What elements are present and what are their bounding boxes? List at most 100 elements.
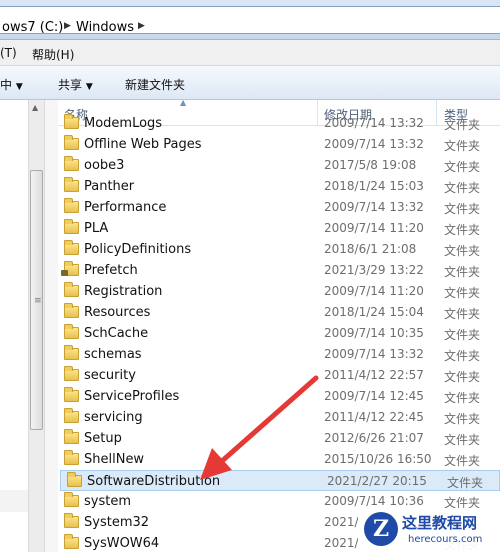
sort-arrow-icon: ▲: [180, 98, 187, 107]
file-row[interactable]: schemas 2009/7/14 13:32 文件夹: [58, 344, 500, 365]
menu-tools[interactable]: (T): [0, 46, 17, 60]
file-date: 2018/6/1 21:08: [324, 242, 417, 256]
file-row[interactable]: Registration 2009/7/14 11:20 文件夹: [58, 281, 500, 302]
file-date: 2009/7/14 13:32: [324, 116, 424, 130]
file-name: SysWOW64: [84, 536, 160, 551]
folder-icon: [64, 156, 79, 171]
file-type: 文件夹: [444, 391, 481, 405]
file-type: 文件夹: [444, 244, 481, 258]
folder-icon: [64, 177, 79, 192]
file-name: schemas: [84, 347, 142, 362]
file-row[interactable]: Offline Web Pages 2009/7/14 13:32 文件夹: [58, 134, 500, 155]
file-name: Panther: [84, 179, 135, 194]
file-date: 2011/4/12 22:57: [324, 368, 424, 382]
file-date: 2009/7/14 13:32: [324, 137, 424, 151]
folder-icon: [64, 135, 79, 150]
file-name: PLA: [84, 221, 109, 236]
file-row[interactable]: ShellNew 2015/10/26 16:50 文件夹: [58, 449, 500, 470]
file-row[interactable]: SoftwareDistribution 2021/2/27 20:15 文件夹: [60, 470, 500, 491]
file-type: 文件夹: [444, 412, 481, 426]
file-date: 2021/3/29 13:22: [324, 263, 424, 277]
file-type: 文件夹: [444, 454, 481, 468]
file-date: 2009/7/14 11:20: [324, 284, 424, 298]
folder-icon: [64, 240, 79, 255]
folder-icon: [64, 387, 79, 402]
navigation-scrollbar[interactable]: ▲ ≡: [28, 100, 45, 552]
file-type: 文件夹: [444, 265, 481, 279]
file-date: 2021/: [324, 536, 359, 550]
file-name: SchCache: [84, 326, 149, 341]
file-name: System32: [84, 515, 150, 530]
file-name: oobe3: [84, 158, 125, 173]
file-type: 文件夹: [444, 433, 481, 447]
file-date: 2009/7/14 12:45: [324, 389, 424, 403]
folder-icon: [64, 282, 79, 297]
pane-divider[interactable]: [45, 100, 58, 552]
folder-icon: [67, 472, 82, 487]
scrollbar-thumb[interactable]: ≡: [30, 170, 43, 430]
menu-help[interactable]: 帮助(H): [32, 46, 74, 63]
navigation-pane[interactable]: [0, 100, 28, 552]
file-row[interactable]: oobe3 2017/5/8 19:08 文件夹: [58, 155, 500, 176]
file-type: 文件夹: [444, 349, 481, 363]
file-type: 文件夹: [444, 160, 481, 174]
file-row[interactable]: ModemLogs 2009/7/14 13:32 文件夹: [58, 113, 500, 134]
file-date: 2011/4/12 22:45: [324, 410, 424, 424]
file-row[interactable]: PLA 2009/7/14 11:20 文件夹: [58, 218, 500, 239]
folder-icon: [64, 513, 79, 528]
lock-icon: [61, 270, 68, 276]
file-date: 2009/7/14 13:32: [324, 347, 424, 361]
folder-icon: [64, 345, 79, 360]
folder-icon: [64, 219, 79, 234]
file-name: ShellNew: [84, 452, 145, 467]
breadcrumb-chevron-icon[interactable]: ▶: [138, 21, 145, 31]
breadcrumb-windows[interactable]: Windows: [76, 20, 134, 35]
scroll-up-icon[interactable]: ▲: [32, 103, 38, 112]
file-name: Resources: [84, 305, 151, 320]
file-type: 文件夹: [444, 328, 481, 342]
file-name: ServiceProfiles: [84, 389, 180, 404]
file-row[interactable]: Performance 2009/7/14 13:32 文件夹: [58, 197, 500, 218]
file-row[interactable]: Resources 2018/1/24 15:04 文件夹: [58, 302, 500, 323]
file-row[interactable]: SchCache 2009/7/14 10:35 文件夹: [58, 323, 500, 344]
watermark-logo: Z: [364, 512, 398, 546]
breadcrumb-chevron-icon[interactable]: ▶: [64, 21, 71, 31]
organize-button[interactable]: 中 ▼: [0, 76, 23, 93]
file-row[interactable]: PolicyDefinitions 2018/6/1 21:08 文件夹: [58, 239, 500, 260]
folder-icon: [64, 534, 79, 549]
folder-icon: [64, 114, 79, 129]
file-date: 2021/2/27 20:15: [327, 474, 427, 488]
folder-icon: [64, 429, 79, 444]
file-type: 文件夹: [444, 202, 481, 216]
file-row[interactable]: servicing 2011/4/12 22:45 文件夹: [58, 407, 500, 428]
file-row[interactable]: Prefetch 2021/3/29 13:22 文件夹: [58, 260, 500, 281]
file-date: 2009/7/14 10:35: [324, 326, 424, 340]
folder-icon: [64, 450, 79, 465]
file-name: security: [84, 368, 136, 383]
file-name: servicing: [84, 410, 143, 425]
nav-item[interactable]: [0, 490, 28, 512]
file-name: PolicyDefinitions: [84, 242, 192, 257]
address-field[interactable]: ows7 (C:) ▶ Windows ▶: [0, 6, 500, 35]
file-row[interactable]: Setup 2012/6/26 21:07 文件夹: [58, 428, 500, 449]
file-list: ModemLogs 2009/7/14 13:32 文件夹 Offline Web P…: [58, 113, 500, 552]
file-row[interactable]: security 2011/4/12 22:57 文件夹: [58, 365, 500, 386]
file-row[interactable]: ServiceProfiles 2009/7/14 12:45 文件夹: [58, 386, 500, 407]
file-name: Performance: [84, 200, 167, 215]
menu-bar: (T) 帮助(H): [0, 40, 500, 66]
file-date: 2012/6/26 21:07: [324, 431, 424, 445]
share-button[interactable]: 共享 ▼: [58, 76, 93, 93]
file-type: 文件夹: [444, 370, 481, 384]
file-date: 2015/10/26 16:50: [324, 452, 432, 466]
file-name: SoftwareDistribution: [87, 474, 221, 489]
command-bar: 中 ▼ 共享 ▼ 新建文件夹: [0, 66, 500, 100]
file-name: system: [84, 494, 131, 509]
new-folder-button[interactable]: 新建文件夹: [125, 76, 185, 93]
dropdown-arrow-icon: ▼: [85, 82, 93, 92]
folder-icon: [64, 408, 79, 423]
file-type: 文件夹: [444, 139, 481, 153]
file-type: 文件夹: [444, 223, 481, 237]
folder-icon: [64, 492, 79, 507]
file-row[interactable]: Panther 2018/1/24 15:03 文件夹: [58, 176, 500, 197]
breadcrumb-drive[interactable]: ows7 (C:): [2, 20, 63, 35]
